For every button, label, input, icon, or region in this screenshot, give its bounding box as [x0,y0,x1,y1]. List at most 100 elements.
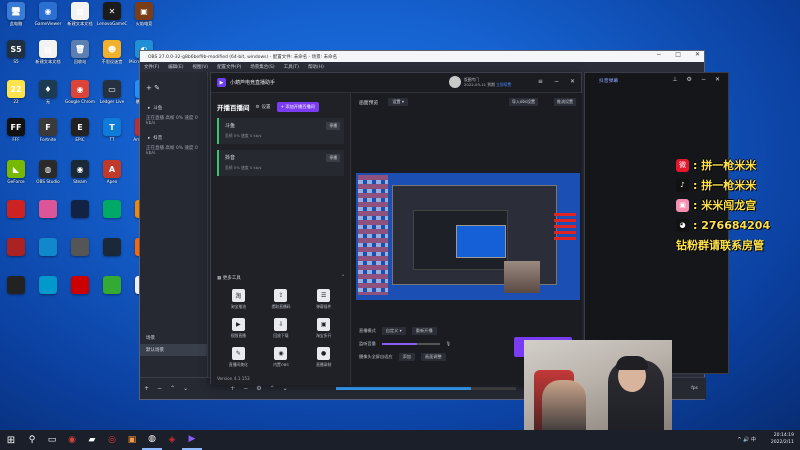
desktop-icon[interactable]: ▭ Ledger Live [98,80,126,114]
desktop-icon[interactable]: S5 S5 [2,40,30,74]
desktop-icon[interactable]: 🖥 此电脑 [2,2,30,36]
tool-item[interactable]: ⇩ 回放下载 [260,318,303,339]
move-source-up[interactable]: ⌃ [270,385,275,392]
platform-card[interactable]: 抖音 丢帧 0% 速度 0 kb/s 停播 [217,150,344,176]
obs-menu-item[interactable]: 帮助(H) [308,64,324,70]
folder-icon[interactable]: ▰ [82,430,102,450]
desktop-icon[interactable]: ♦ 无 [34,80,62,114]
minimize-icon[interactable]: − [656,51,661,58]
add-live-room-button[interactable]: + 添加开播百播间 [276,102,319,112]
add-scene-button[interactable]: + ✎ [140,82,207,94]
desktop-icon[interactable]: A Apex [98,160,126,194]
desktop-icon[interactable] [2,238,30,272]
avatar[interactable] [449,76,461,88]
desktop-icon[interactable]: ▤ 新建文本文档 [66,2,94,36]
minimize-icon[interactable]: − [554,78,559,85]
camera-adjust-button[interactable]: 画面调整 [420,353,446,361]
desktop-icon[interactable] [2,200,30,234]
desktop-icon[interactable] [34,276,62,310]
menu-icon[interactable]: ≡ [538,78,543,85]
remove-button[interactable]: − [157,385,162,392]
tool-item[interactable]: ▣ 淘宝多开 [302,318,345,339]
gear-icon[interactable]: ⚙ [256,385,261,392]
stop-stream-button[interactable]: 停播 [326,154,340,162]
desktop-icon[interactable] [2,276,30,310]
stop-stream-button[interactable]: 停播 [326,122,340,130]
obs-menu-item[interactable]: 编辑(E) [168,64,183,70]
tool-item[interactable]: ✎ 直播间美化 [217,347,260,368]
desktop-icon[interactable]: ◉ Google Chrome [65,80,95,114]
default-scene-item[interactable]: 默认场景 [140,344,208,356]
move-source-down[interactable]: ⌄ [283,385,288,392]
obs-menu-item[interactable]: 文件(F) [144,64,159,70]
comments-titlebar[interactable]: 抖音弹幕 ⊥ ⚙ − ✕ [585,73,728,87]
preview-dropdown[interactable]: 设置 ▾ [388,98,409,106]
obs-menu-item[interactable]: 场景集合(S) [250,64,274,70]
desktop-icon[interactable]: ◉ Steam [66,160,94,194]
desktop-icon[interactable] [34,200,62,234]
search-icon[interactable]: ⚲ [22,430,42,450]
tool-item[interactable]: ⇪ 提取直播码 [260,289,303,310]
qq-taskbar-icon[interactable]: ◈ [162,430,182,450]
add-button[interactable]: + [144,385,149,392]
obs-titlebar[interactable]: OBS 27.0.0-32-g8b6bef9b-modified (64-bit… [140,51,704,62]
assistant-taskbar-icon[interactable]: ▶ [182,430,202,450]
desktop-icon[interactable]: ◉ GameViewer [34,2,62,36]
desktop-icon[interactable]: ☻ 不思议迷宫 [98,40,126,74]
desktop-icon[interactable]: E EPIC [66,118,94,152]
minimize-icon[interactable]: − [701,76,706,83]
tool-item[interactable]: ▶ 视频直播 [217,318,260,339]
desktop-icon[interactable]: F Fortnite [34,118,62,152]
pin-icon[interactable]: ⊥ [672,76,677,83]
tool-item[interactable]: 淘淘宝推流 [217,289,260,310]
desktop-icon[interactable] [98,276,126,310]
desktop-icon[interactable]: T TT [98,118,126,152]
desktop-icon[interactable]: ◍ OBS Studio [34,160,62,194]
desktop-icon[interactable]: FF FFF [2,118,30,152]
gear-icon[interactable]: ⚙ [687,76,692,83]
obs-menu-item[interactable]: 工具(T) [284,64,299,70]
maximize-icon[interactable]: □ [675,51,681,58]
close-icon[interactable]: ✕ [695,51,700,58]
close-icon[interactable]: ✕ [715,76,720,83]
collapse-icon[interactable]: ⌃ [341,275,345,281]
restart-stream-button[interactable]: 重新开播 [411,327,437,335]
upgrade-link[interactable]: 立即续费 [496,82,511,87]
volume-slider[interactable] [381,343,440,345]
remove-source-button[interactable]: − [243,385,248,392]
app-icon[interactable]: ▣ [122,430,142,450]
desktop-icon[interactable] [98,200,126,234]
stream-mode-select[interactable]: 自定义 ▾ [381,327,406,335]
desktop-icon[interactable] [98,238,126,272]
desktop-icon[interactable]: 🗑 回收站 [66,40,94,74]
desktop-icon[interactable]: ▣ 火焰电竞 [130,2,158,36]
platform-card[interactable]: 斗鱼 丢帧 0% 速度 0 kb/s 停播 [217,118,344,144]
desktop-icon[interactable]: ◣ GeForce [2,160,30,194]
windows-start-icon[interactable]: ⊞ [0,430,22,450]
obs-taskbar-icon[interactable]: ◍ [142,430,162,450]
close-icon[interactable]: ✕ [570,78,575,85]
desktop-icon[interactable]: 22 22 [2,80,30,114]
desktop-icon[interactable]: ▤ 新建文本文档 [34,40,62,74]
user-box[interactable]: 饭圈专门 2022-03-11 到期 立即续费 [449,76,511,88]
chrome-icon[interactable]: ◉ [62,430,82,450]
assistant-titlebar[interactable]: ▶ 小葫芦电竞直播助手 饭圈专门 2022-03-11 到期 立即续费 ≡ − … [211,73,581,93]
clock[interactable]: 20:14:19 2022/2/11 [771,432,794,446]
obs-menu-item[interactable]: 配置文件(P) [217,64,241,70]
scene-item-douyu[interactable]: ▸ 斗鱼 [140,102,207,114]
import-obs-button[interactable]: 导入obs设置 [508,98,538,106]
microphone-icon[interactable]: 🎙 [446,341,451,347]
desktop-icon[interactable] [66,276,94,310]
move-down-button[interactable]: ⌄ [183,385,188,392]
camera-add-button[interactable]: 添加 [398,353,415,361]
netease-icon[interactable]: ◎ [102,430,122,450]
add-source-button[interactable]: + [230,385,235,392]
stream-settings-button[interactable]: 推流设置 [554,98,576,106]
tool-item[interactable]: ◉ 内置OBS [260,347,303,368]
system-tray[interactable]: ^ 🔊 中 [737,436,756,443]
scene-item-douyin[interactable]: ▸ 抖音 [140,132,207,144]
tool-item[interactable]: ☰ 弹幕插件 [302,289,345,310]
obs-menu-item[interactable]: 视图(V) [192,64,208,70]
settings-button[interactable]: ⚙ 设置 [256,104,271,111]
desktop-icon[interactable] [34,238,62,272]
